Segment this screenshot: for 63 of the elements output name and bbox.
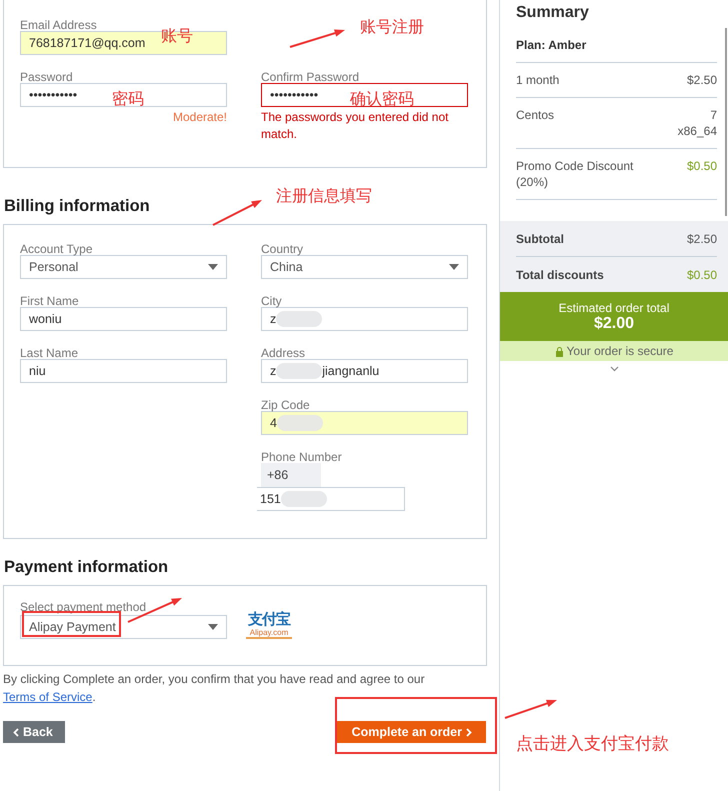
chevron-down-icon[interactable]: [610, 366, 618, 372]
payment-logo: 支付宝 Alipay.com: [246, 612, 292, 639]
scrollbar[interactable]: [725, 28, 727, 216]
line-amount: $0.50: [686, 158, 717, 175]
line-label: Promo Code Discount (20%): [516, 158, 634, 190]
chevron-right-icon: [466, 728, 472, 736]
dropdown[interactable]: China: [261, 255, 468, 279]
annotation-arrow: [212, 200, 262, 226]
plan-name: Plan: Amber: [516, 28, 717, 63]
secure-text: Your order is secure: [566, 344, 674, 358]
strength-hint: Moderate!: [172, 110, 227, 124]
phone-field[interactable]: 151: [257, 487, 405, 511]
line-amount: $2.50: [686, 72, 717, 88]
dropdown[interactable]: Alipay Payment: [20, 615, 227, 639]
field-label: First Name: [20, 295, 80, 307]
annotation-note: 密码: [112, 91, 144, 109]
back-button[interactable]: Back: [3, 721, 65, 743]
field-label: Account Type: [20, 243, 94, 255]
input-field[interactable]: niu: [20, 359, 227, 383]
field-label: City: [261, 295, 283, 307]
line-amount: 7 x86_64: [676, 107, 717, 139]
input-field[interactable]: woniu: [20, 307, 227, 331]
complete-order-button[interactable]: Complete an order: [336, 721, 486, 743]
error-message: The passwords you entered did not match.: [261, 109, 450, 143]
annotation-note: 点击进入支付宝付款: [516, 735, 669, 753]
total-label: Estimated order total: [558, 301, 670, 315]
annotation-note: 注册信息填写: [276, 188, 372, 206]
section-heading: Billing information: [4, 196, 150, 216]
chevron-left-icon: [13, 728, 19, 736]
phone-prefix: +86: [261, 463, 321, 487]
input-field[interactable]: z jiangnanlu: [261, 359, 468, 383]
line-label: Total discounts: [516, 267, 604, 283]
terms-text: By clicking Complete an order, you confirm that you have read and agree to our Terms of Service.: [3, 671, 426, 706]
line-label: Subtotal: [516, 231, 564, 247]
section-heading: Payment information: [4, 557, 168, 577]
input-field[interactable]: 4: [261, 411, 468, 435]
annotation-arrow: [290, 29, 345, 48]
lock-icon: [554, 346, 564, 356]
field-label: Confirm Password: [261, 71, 360, 83]
field-label: Password: [20, 71, 74, 83]
field-label: Zip Code: [261, 399, 311, 411]
field-label: Select payment method: [20, 601, 146, 613]
field-label: Phone Number: [261, 451, 343, 463]
field-label: Email Address: [20, 19, 98, 31]
caret-icon: [449, 264, 459, 270]
field-label: Address: [261, 347, 306, 359]
terms-link[interactable]: Terms of Service: [3, 690, 92, 704]
dropdown[interactable]: Personal: [20, 255, 227, 279]
annotation-note: 确认密码: [350, 91, 414, 109]
annotation-note: 账号注册: [360, 19, 424, 37]
line-amount: $0.50: [686, 267, 717, 283]
total-amount: $2.00: [592, 315, 636, 333]
line-label: 1 month: [516, 72, 560, 88]
line-amount: $2.50: [686, 231, 717, 247]
summary-title: Summary: [515, 3, 590, 23]
caret-icon: [208, 624, 218, 630]
caret-icon: [208, 264, 218, 270]
input-field[interactable]: z: [261, 307, 468, 331]
field-label: Last Name: [20, 347, 80, 359]
line-label: Centos: [516, 107, 556, 124]
field-label: Country: [261, 243, 304, 255]
annotation-note: 账号: [161, 28, 193, 46]
annotation-arrow: [504, 700, 557, 719]
